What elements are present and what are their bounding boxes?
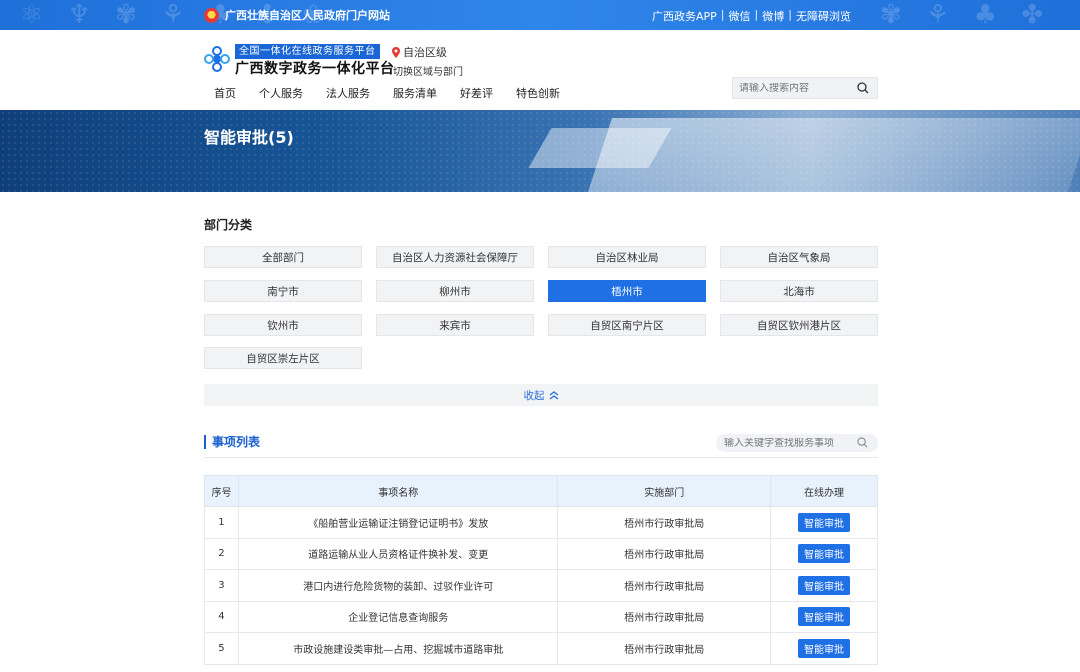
- smart-approval-button[interactable]: 智能审批: [798, 607, 851, 627]
- page-banner: [0, 110, 1080, 192]
- col-header-name: 事项名称: [237, 475, 559, 507]
- separator: |: [788, 8, 792, 21]
- main-nav: 首页 个人服务 法人服务 服务清单 好差评 特色创新: [214, 85, 560, 101]
- collapse-label: 收起: [523, 389, 545, 402]
- banner-texture: [0, 110, 1080, 192]
- dept-liuzhou[interactable]: 柳州市: [376, 280, 534, 302]
- smart-approval-button[interactable]: 智能审批: [798, 638, 851, 658]
- nav-service-list[interactable]: 服务清单: [393, 85, 437, 101]
- location-pin-icon: [392, 46, 400, 58]
- dept-laibin[interactable]: 来宾市: [376, 314, 534, 336]
- row-no: 2: [204, 537, 239, 570]
- separator: |: [720, 8, 725, 21]
- table-header-row: 序号 事项名称 实施部门 在线办理: [204, 475, 878, 507]
- gov-site-name: 广西壮族自治区人民政府门户网站: [225, 9, 390, 22]
- row-action-cell: 智能审批: [770, 569, 878, 602]
- link-app[interactable]: 广西政务APP: [652, 8, 717, 24]
- link-weibo[interactable]: 微博: [762, 8, 784, 24]
- chevron-up-icon: [549, 390, 558, 400]
- row-dept: 梧州市行政审批局: [557, 569, 772, 602]
- dept-hrss[interactable]: 自治区人力资源社会保障厅: [376, 246, 534, 268]
- emblem-icon: [204, 7, 219, 23]
- row-no: 4: [204, 600, 239, 633]
- header-search: [732, 77, 878, 99]
- dept-ftz-nanning[interactable]: 自贸区南宁片区: [548, 314, 706, 336]
- row-action-cell: 智能审批: [770, 632, 878, 665]
- department-section-title: 部门分类: [204, 218, 253, 232]
- table-row: 1 《船舶营业运输证注销登记证明书》发放 梧州市行政审批局 智能审批: [204, 506, 878, 539]
- service-table: 序号 事项名称 实施部门 在线办理 1 《船舶营业运输证注销登记证明书》发放 梧…: [204, 475, 878, 665]
- region-indicator: 自治区级: [392, 44, 447, 60]
- dept-ftz-qinzhou[interactable]: 自贸区钦州港片区: [720, 314, 878, 336]
- nav-innovation[interactable]: 特色创新: [516, 85, 560, 101]
- link-wechat[interactable]: 微信: [729, 8, 751, 24]
- logo-icon[interactable]: [204, 46, 230, 72]
- region-label: 自治区级: [403, 46, 447, 59]
- table-row: 2 道路运输从业人员资格证件换补发、变更 梧州市行政审批局 智能审批: [204, 537, 878, 570]
- row-name[interactable]: 企业登记信息查询服务: [237, 600, 559, 633]
- dept-nanning[interactable]: 南宁市: [204, 280, 362, 302]
- gov-top-bar: ⚛︎ ♆ ✾ ⚘ ♣ ✤ ❀ ✾ ⚘ ♣ ✤ 广西壮族自治区人民政府门户网站 广…: [0, 0, 1080, 30]
- row-name[interactable]: 道路运输从业人员资格证件换补发、变更: [237, 537, 559, 570]
- col-header-no: 序号: [204, 475, 239, 507]
- collapse-button[interactable]: 收起: [204, 384, 878, 406]
- search-input[interactable]: [733, 82, 853, 94]
- dept-meteorology[interactable]: 自治区气象局: [720, 246, 878, 268]
- dept-beihai[interactable]: 北海市: [720, 280, 878, 302]
- col-header-dept: 实施部门: [557, 475, 772, 507]
- table-row: 3 港口内进行危险货物的装卸、过驳作业许可 梧州市行政审批局 智能审批: [204, 569, 878, 602]
- row-name[interactable]: 港口内进行危险货物的装卸、过驳作业许可: [237, 569, 559, 602]
- dept-wuzhou[interactable]: 梧州市: [548, 280, 706, 302]
- table-row: 4 企业登记信息查询服务 梧州市行政审批局 智能审批: [204, 600, 878, 633]
- gov-site-link[interactable]: 广西壮族自治区人民政府门户网站: [204, 7, 390, 23]
- row-action-cell: 智能审批: [770, 537, 878, 570]
- col-header-online: 在线办理: [770, 475, 878, 507]
- divider: [204, 457, 878, 458]
- list-search-input[interactable]: [716, 437, 851, 449]
- smart-approval-button[interactable]: 智能审批: [798, 544, 851, 564]
- platform-slogan: 全国一体化在线政务服务平台: [235, 44, 380, 59]
- row-dept: 梧州市行政审批局: [557, 600, 772, 633]
- list-search: [716, 434, 878, 452]
- nav-legal-entity[interactable]: 法人服务: [326, 85, 370, 101]
- smart-approval-button[interactable]: 智能审批: [798, 512, 851, 532]
- list-section-title: 事项列表: [204, 435, 260, 449]
- gov-links: 广西政务APP | 微信 | 微博 | 无障碍浏览: [652, 8, 851, 24]
- row-action-cell: 智能审批: [770, 506, 878, 539]
- row-name[interactable]: 市政设施建设类审批—占用、挖掘城市道路审批: [237, 632, 559, 665]
- nav-home[interactable]: 首页: [214, 85, 236, 101]
- page-title: 智能审批(5): [204, 128, 294, 147]
- row-no: 3: [204, 569, 239, 602]
- row-name[interactable]: 《船舶营业运输证注销登记证明书》发放: [237, 506, 559, 539]
- decorative-pattern-right: ✾ ⚘ ♣ ✤: [880, 0, 1051, 30]
- nav-evaluation[interactable]: 好差评: [460, 85, 493, 101]
- platform-name[interactable]: 广西数字政务一体化平台: [235, 58, 395, 78]
- smart-approval-button[interactable]: 智能审批: [798, 575, 851, 595]
- row-dept: 梧州市行政审批局: [557, 506, 772, 539]
- row-action-cell: 智能审批: [770, 600, 878, 633]
- dept-forestry[interactable]: 自治区林业局: [548, 246, 706, 268]
- search-icon[interactable]: [857, 437, 868, 448]
- nav-personal[interactable]: 个人服务: [259, 85, 303, 101]
- link-accessibility[interactable]: 无障碍浏览: [796, 8, 851, 24]
- row-no: 1: [204, 506, 239, 539]
- row-no: 5: [204, 632, 239, 665]
- search-icon[interactable]: [857, 82, 869, 94]
- table-row: 5 市政设施建设类审批—占用、挖掘城市道路审批 梧州市行政审批局 智能审批: [204, 632, 878, 665]
- dept-ftz-chongzuo[interactable]: 自贸区崇左片区: [204, 347, 362, 369]
- dept-all[interactable]: 全部部门: [204, 246, 362, 268]
- row-dept: 梧州市行政审批局: [557, 632, 772, 665]
- row-dept: 梧州市行政审批局: [557, 537, 772, 570]
- separator: |: [754, 8, 759, 21]
- switch-region-link[interactable]: 切换区域与部门: [393, 63, 463, 78]
- dept-qinzhou[interactable]: 钦州市: [204, 314, 362, 336]
